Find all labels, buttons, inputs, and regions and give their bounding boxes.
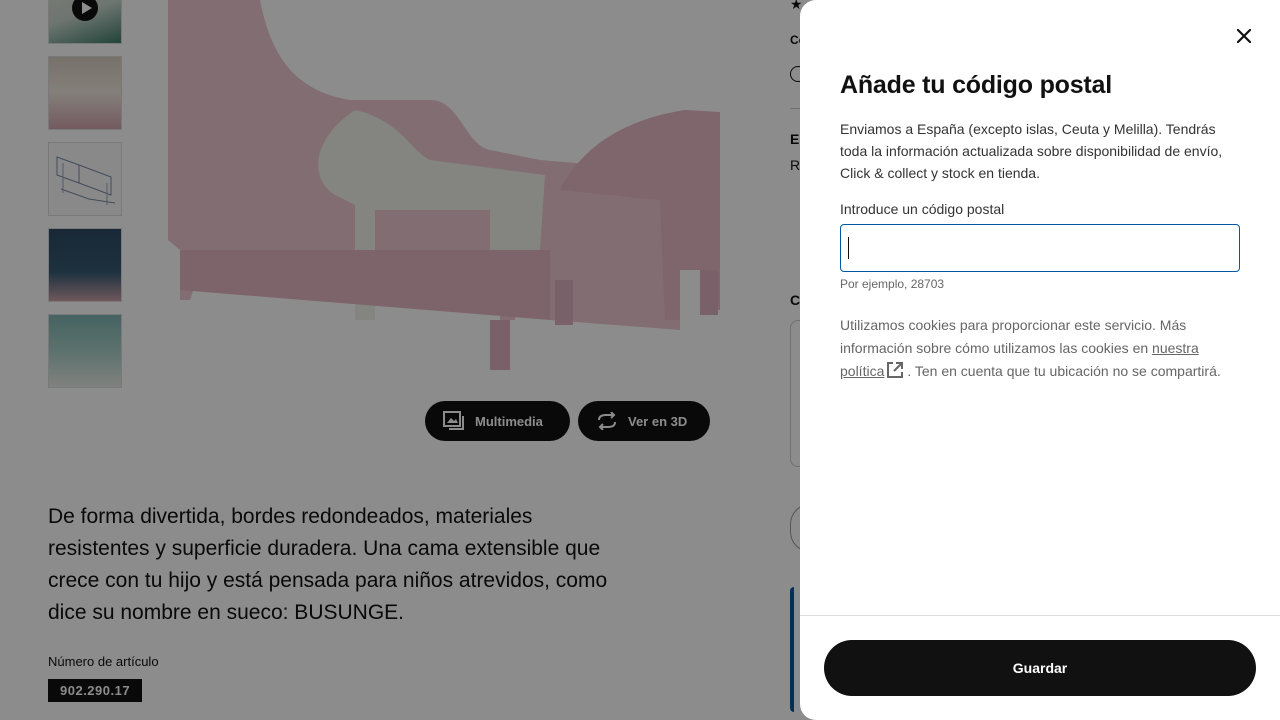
panel-title: Añade tu código postal (840, 71, 1112, 99)
text-cursor (848, 237, 849, 259)
close-button[interactable] (1224, 16, 1264, 56)
cookie-text-before: Utilizamos cookies para proporcionar est… (840, 317, 1187, 356)
close-icon (1236, 28, 1252, 44)
footer-divider (800, 615, 1280, 616)
panel-description: Enviamos a España (excepto islas, Ceuta … (840, 121, 1223, 181)
postal-code-label: Introduce un código postal (840, 201, 1005, 217)
postal-code-hint: Por ejemplo, 28703 (840, 277, 945, 291)
cookie-text-after: . Ten en cuenta que tu ubicación no se c… (907, 363, 1221, 379)
postal-code-panel: Añade tu código postal Enviamos a España… (800, 0, 1280, 720)
external-link-icon (887, 362, 904, 378)
cookie-notice: Utilizamos cookies para proporcionar est… (840, 314, 1240, 383)
postal-code-input[interactable] (840, 224, 1240, 272)
save-button[interactable]: Guardar (824, 640, 1256, 696)
